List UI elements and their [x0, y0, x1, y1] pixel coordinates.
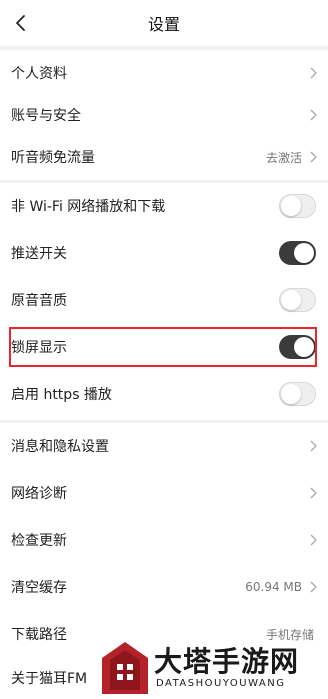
row-value: 60.94 MB	[245, 580, 302, 594]
toggle-switch[interactable]	[279, 194, 316, 218]
row-label: 听音频免流量	[11, 150, 95, 166]
toggle-knob	[281, 290, 301, 310]
settings-group-playback: 非 Wi-Fi 网络播放和下载 推送开关 原音音质 锁屏显示 启用 https …	[0, 183, 328, 420]
row-label: 清空缓存	[11, 580, 67, 596]
row-check-update[interactable]: 检查更新	[0, 517, 328, 563]
chevron-right-icon	[310, 581, 317, 593]
row-account-security[interactable]: 账号与安全	[0, 92, 328, 138]
settings-group-account: 个人资料 账号与安全 听音频免流量 去激活	[0, 50, 328, 180]
chevron-right-icon	[310, 151, 317, 163]
toggle-knob	[281, 384, 301, 404]
row-profile[interactable]: 个人资料	[0, 50, 328, 96]
page-title: 设置	[147, 15, 180, 34]
row-label: 个人资料	[11, 66, 67, 82]
row-value: 手机存储	[265, 627, 314, 642]
chevron-right-icon	[310, 534, 317, 546]
row-label: 下载路径	[11, 627, 67, 643]
chevron-right-icon	[310, 440, 317, 452]
toggle-switch[interactable]	[279, 288, 316, 312]
row-label: 消息和隐私设置	[11, 439, 109, 455]
chevron-right-icon	[310, 487, 317, 499]
row-label: 推送开关	[11, 246, 67, 262]
row-label: 原音音质	[11, 293, 67, 309]
row-lockscreen[interactable]: 锁屏显示	[0, 324, 328, 370]
row-download-path[interactable]: 下载路径 手机存储	[0, 611, 328, 657]
chevron-right-icon	[310, 67, 317, 79]
row-about[interactable]: 关于猫耳FM	[0, 655, 328, 699]
row-free-data[interactable]: 听音频免流量 去激活	[0, 134, 328, 180]
row-label: 网络诊断	[11, 486, 67, 502]
row-clear-cache[interactable]: 清空缓存 60.94 MB	[0, 564, 328, 610]
toggle-switch[interactable]	[279, 241, 316, 265]
row-original-quality[interactable]: 原音音质	[0, 277, 328, 323]
row-label: 账号与安全	[11, 108, 81, 124]
row-label: 启用 https 播放	[11, 387, 112, 403]
row-push[interactable]: 推送开关	[0, 230, 328, 276]
back-button[interactable]	[6, 8, 36, 38]
toggle-knob	[294, 243, 314, 263]
toggle-switch[interactable]	[279, 382, 316, 406]
row-label: 关于猫耳FM	[11, 671, 88, 687]
toggle-switch[interactable]	[279, 335, 316, 359]
row-label: 检查更新	[11, 533, 67, 549]
row-non-wifi[interactable]: 非 Wi-Fi 网络播放和下载	[0, 183, 328, 229]
chevron-right-icon	[310, 109, 317, 121]
row-label: 锁屏显示	[11, 340, 67, 356]
row-network-diagnosis[interactable]: 网络诊断	[0, 470, 328, 516]
row-message-privacy[interactable]: 消息和隐私设置	[0, 423, 328, 469]
nav-bar: 设置	[0, 0, 328, 46]
settings-group-other: 消息和隐私设置 网络诊断 检查更新 清空缓存 60.94 MB 下载路径 手机存…	[0, 423, 328, 699]
toggle-knob	[294, 337, 314, 357]
toggle-knob	[281, 196, 301, 216]
row-https[interactable]: 启用 https 播放	[0, 371, 328, 417]
row-value: 去激活	[265, 150, 302, 165]
chevron-left-icon	[16, 15, 25, 31]
row-label: 非 Wi-Fi 网络播放和下载	[11, 199, 166, 215]
